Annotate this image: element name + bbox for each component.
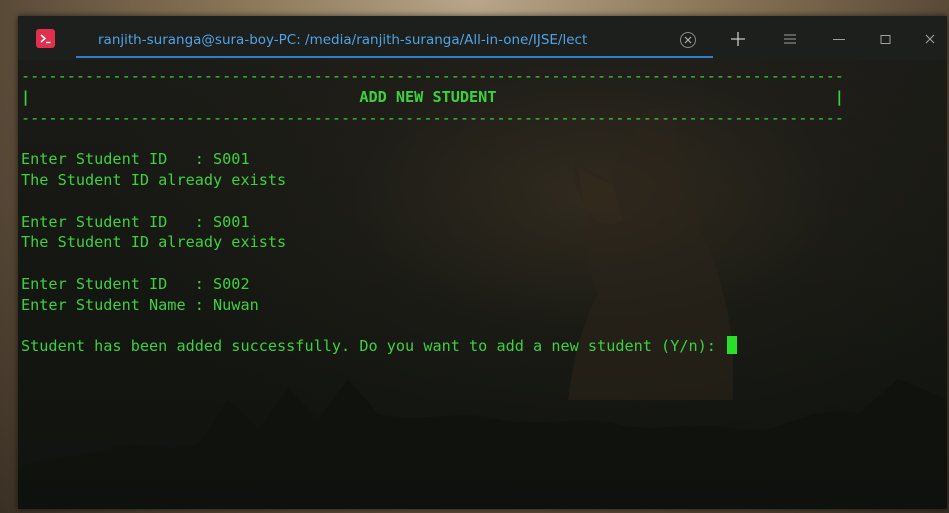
terminal-line: Enter Student ID : S002	[21, 274, 250, 293]
terminal-area[interactable]: ----------------------------------------…	[18, 60, 947, 509]
terminal-output: ----------------------------------------…	[21, 66, 844, 357]
terminal-header-line: | ADD NEW STUDENT |	[21, 87, 844, 106]
terminal-line: Enter Student ID : S001	[21, 150, 250, 169]
tab-title: ranjith-suranga@sura-boy-PC: /media/ranj…	[98, 32, 588, 48]
tab-terminal-session[interactable]: ranjith-suranga@sura-boy-PC: /media/ranj…	[76, 24, 713, 58]
terminal-icon	[36, 28, 55, 48]
prompt-text: Student has been added successfully. Do …	[21, 337, 726, 356]
terminal-line: The Student ID already exists	[21, 233, 287, 252]
terminal-prompt-line: Student has been added successfully. Do …	[21, 336, 844, 357]
menu-icon[interactable]	[781, 30, 799, 48]
terminal-line: ----------------------------------------…	[21, 108, 844, 127]
wallpaper-trees-image	[18, 379, 947, 509]
close-icon[interactable]	[921, 30, 939, 48]
close-tab-icon[interactable]	[680, 32, 696, 48]
maximize-icon[interactable]	[876, 30, 894, 48]
terminal-line: The Student ID already exists	[21, 170, 287, 189]
new-tab-icon[interactable]	[729, 30, 747, 48]
text-cursor[interactable]	[727, 336, 738, 355]
terminal-line: ----------------------------------------…	[21, 67, 844, 85]
title-bar: ranjith-suranga@sura-boy-PC: /media/ranj…	[18, 16, 947, 60]
terminal-line: Enter Student Name : Nuwan	[21, 295, 259, 314]
minimize-icon[interactable]	[830, 30, 848, 48]
terminal-window: ranjith-suranga@sura-boy-PC: /media/ranj…	[18, 16, 947, 509]
terminal-line: Enter Student ID : S001	[21, 212, 250, 231]
